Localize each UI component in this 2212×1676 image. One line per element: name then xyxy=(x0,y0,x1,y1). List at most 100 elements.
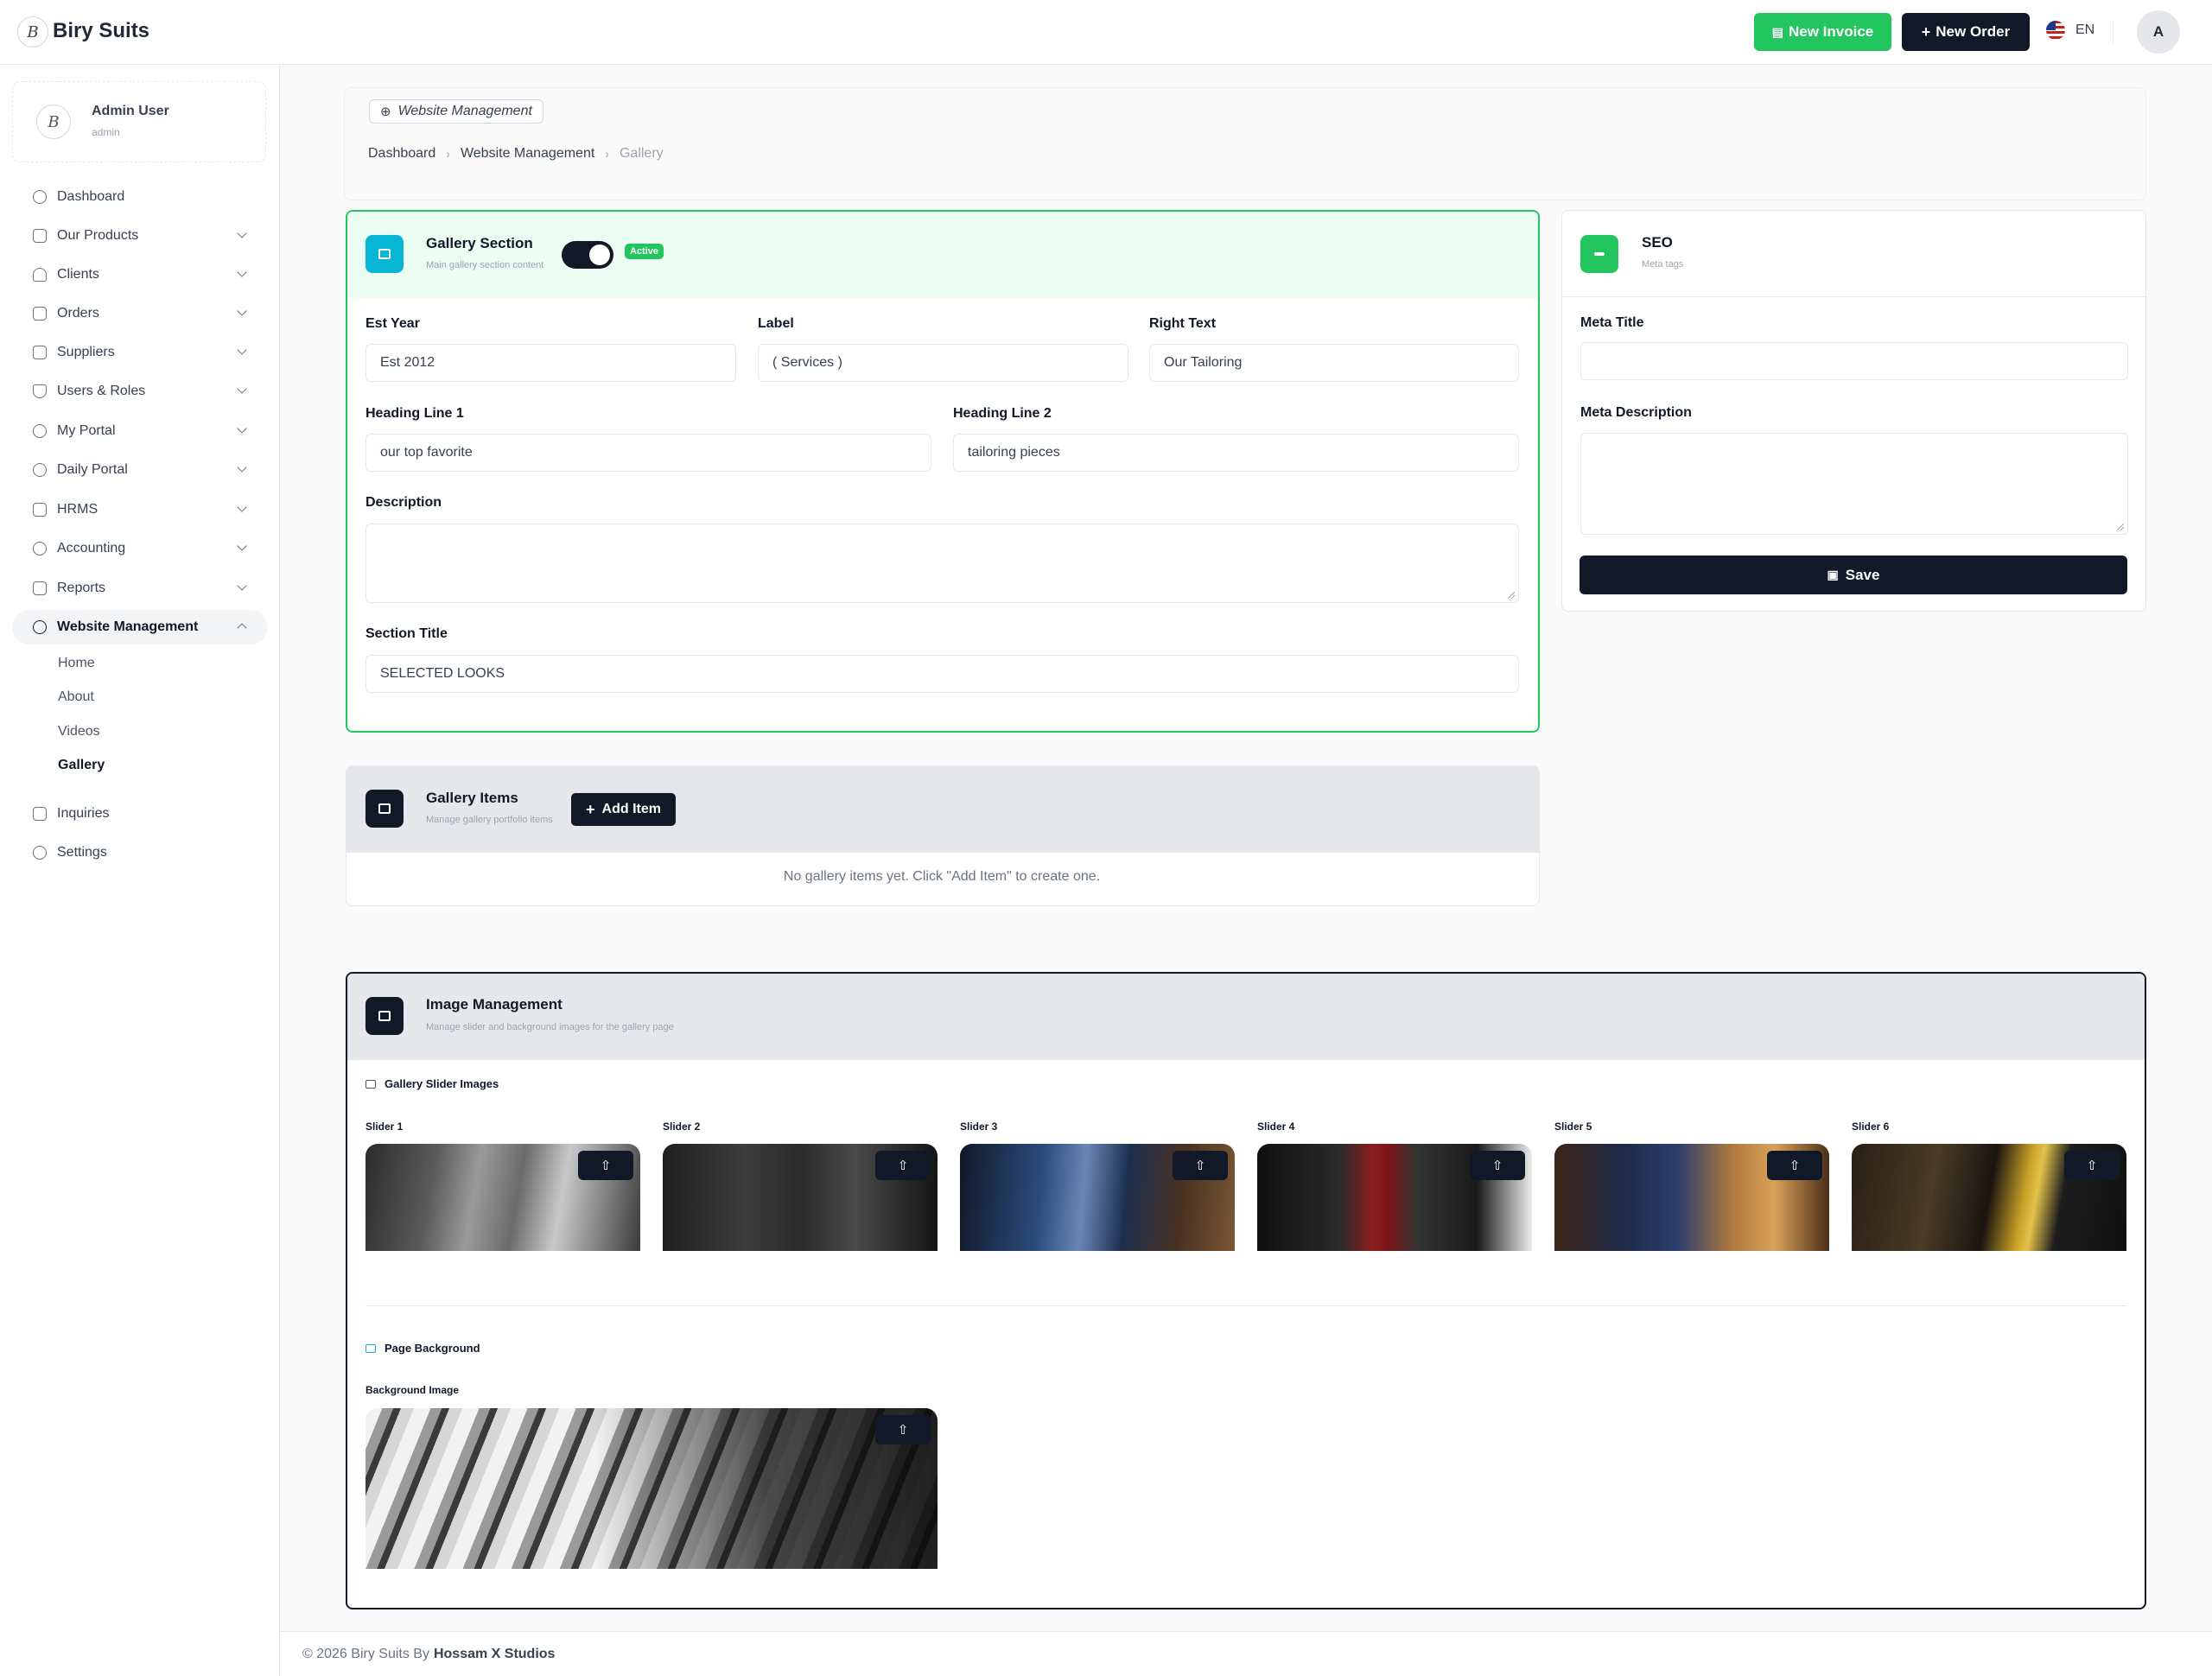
save-button[interactable]: ▣ Save xyxy=(1580,555,2127,594)
globe-icon xyxy=(33,620,47,634)
seo-subtitle: Meta tags xyxy=(1642,259,1684,270)
user-avatar[interactable]: A xyxy=(2137,10,2180,54)
chevron-down-icon xyxy=(237,384,247,394)
sidebar-item-label: My Portal xyxy=(57,423,116,438)
heading-line-1-label: Heading Line 1 xyxy=(365,406,464,421)
new-invoice-label: New Invoice xyxy=(1788,23,1874,40)
right-text-field[interactable]: Our Tailoring xyxy=(1149,344,1519,382)
label-field[interactable]: ( Services ) xyxy=(758,344,1128,382)
image-management-header xyxy=(347,974,2145,1060)
sidebar-item-reports[interactable]: Reports xyxy=(12,571,268,606)
sidebar-item-label: Daily Portal xyxy=(57,462,128,477)
brand-logo[interactable]: B xyxy=(17,16,48,48)
plus-icon: + xyxy=(1921,22,1931,41)
image-icon xyxy=(365,1343,376,1353)
sidebar-item-label: Orders xyxy=(57,306,99,321)
sidebar-item-clients[interactable]: Clients xyxy=(12,257,268,292)
save-label: Save xyxy=(1845,566,1880,583)
upload-button[interactable]: ⇧ xyxy=(875,1415,931,1444)
heading-line-2-field[interactable]: tailoring pieces xyxy=(953,434,1519,472)
section-pill: ⊕ Website Management xyxy=(369,99,543,124)
heading-line-2-label: Heading Line 2 xyxy=(953,406,1052,421)
sidebar-subitem-about[interactable]: About xyxy=(58,689,94,705)
language-selector[interactable]: EN xyxy=(2046,21,2094,40)
gallery-section-title: Gallery Section xyxy=(426,235,533,251)
description-label: Description xyxy=(365,495,442,510)
meta-title-field[interactable] xyxy=(1580,342,2128,380)
upload-button[interactable]: ⇧ xyxy=(1767,1151,1822,1180)
brand-name[interactable]: Biry Suits xyxy=(53,19,149,43)
top-bar: B Biry Suits ▤ New Invoice + New Order E… xyxy=(0,0,2212,65)
sidebar-item-suppliers[interactable]: Suppliers xyxy=(12,335,268,370)
sidebar-item-accounting[interactable]: Accounting xyxy=(12,531,268,566)
upload-button[interactable]: ⇧ xyxy=(1173,1151,1228,1180)
active-toggle[interactable] xyxy=(562,241,613,269)
sidebar-item-dashboard[interactable]: Dashboard xyxy=(12,180,268,214)
user-logo: B xyxy=(36,105,71,139)
upload-button[interactable]: ⇧ xyxy=(1470,1151,1525,1180)
sidebar-item-label: Our Products xyxy=(57,228,139,243)
sidebar-subitem-gallery[interactable]: Gallery xyxy=(58,758,105,773)
footer-copyright: © 2026 Biry Suits By xyxy=(302,1646,429,1661)
sidebar-item-users-roles[interactable]: Users & Roles xyxy=(12,374,268,409)
dollar-icon xyxy=(33,542,47,555)
mail-icon xyxy=(33,807,47,821)
sidebar-item-our-products[interactable]: Our Products xyxy=(12,219,268,253)
heading-line-1-field[interactable]: our top favorite xyxy=(365,434,931,472)
sidebar-item-label: Users & Roles xyxy=(57,384,146,398)
add-item-button[interactable]: + Add Item xyxy=(571,793,676,826)
sidebar-item-daily-portal[interactable]: Daily Portal xyxy=(12,453,268,487)
sidebar-item-label: Accounting xyxy=(57,541,126,555)
page-header xyxy=(344,87,2146,200)
save-icon: ▣ xyxy=(1827,568,1839,581)
breadcrumb-website-management[interactable]: Website Management xyxy=(461,146,594,162)
sidebar-item-website-management[interactable]: Website Management xyxy=(12,610,268,644)
gallery-slider-images-heading: Gallery Slider Images xyxy=(365,1077,499,1090)
footer-studio-link[interactable]: Hossam X Studios xyxy=(434,1647,555,1662)
dashboard-icon xyxy=(33,190,47,204)
sidebar-subitem-home[interactable]: Home xyxy=(58,656,95,671)
breadcrumb-dashboard[interactable]: Dashboard xyxy=(368,146,435,162)
upload-icon: ⇧ xyxy=(600,1159,612,1173)
meta-title-label: Meta Title xyxy=(1580,315,1644,330)
upload-button[interactable]: ⇧ xyxy=(2064,1151,2120,1180)
est-year-label: Est Year xyxy=(365,316,420,331)
sidebar-item-label: Website Management xyxy=(57,619,199,634)
sidebar-item-inquiries[interactable]: Inquiries xyxy=(12,797,268,831)
sidebar-item-settings[interactable]: Settings xyxy=(12,835,268,870)
new-order-button[interactable]: + New Order xyxy=(1902,13,2030,51)
section-pill-label: Website Management xyxy=(397,104,532,118)
image-icon xyxy=(365,235,404,273)
slider-3-image: ⇧ xyxy=(960,1144,1235,1251)
page-background-label: Page Background xyxy=(385,1342,480,1355)
user-role: admin xyxy=(92,126,120,138)
truck-icon xyxy=(33,346,47,359)
upload-button[interactable]: ⇧ xyxy=(875,1151,931,1180)
description-textarea[interactable] xyxy=(365,524,1519,603)
image-icon xyxy=(365,790,404,828)
chevron-down-icon xyxy=(237,306,247,316)
slider-6-image: ⇧ xyxy=(1852,1144,2126,1251)
sidebar-item-label: Inquiries xyxy=(57,806,110,821)
cart-icon xyxy=(33,307,47,321)
sidebar-item-hrms[interactable]: HRMS xyxy=(12,492,268,527)
est-year-field[interactable]: Est 2012 xyxy=(365,344,736,382)
seo-header xyxy=(1562,211,2145,297)
user-card: B Admin User admin xyxy=(12,81,266,162)
sidebar-item-orders[interactable]: Orders xyxy=(12,296,268,331)
background-image-shade xyxy=(365,1408,938,1569)
upload-button[interactable]: ⇧ xyxy=(578,1151,633,1180)
background-image: ⇧ xyxy=(365,1408,938,1569)
chevron-down-icon xyxy=(237,423,247,434)
meta-description-textarea[interactable] xyxy=(1580,433,2128,535)
new-invoice-button[interactable]: ▤ New Invoice xyxy=(1754,13,1891,51)
sidebar-item-my-portal[interactable]: My Portal xyxy=(12,414,268,448)
user-icon xyxy=(33,268,47,282)
breadcrumb-gallery: Gallery xyxy=(619,146,664,161)
upload-icon: ⇧ xyxy=(897,1159,909,1173)
section-title-field[interactable]: SELECTED LOOKS xyxy=(365,655,1519,693)
image-management-title: Image Management xyxy=(426,996,563,1013)
upload-icon: ⇧ xyxy=(2086,1159,2098,1173)
sidebar-subitem-videos[interactable]: Videos xyxy=(58,724,100,740)
sidebar: B Admin User admin Dashboard Our Product… xyxy=(0,65,280,1676)
